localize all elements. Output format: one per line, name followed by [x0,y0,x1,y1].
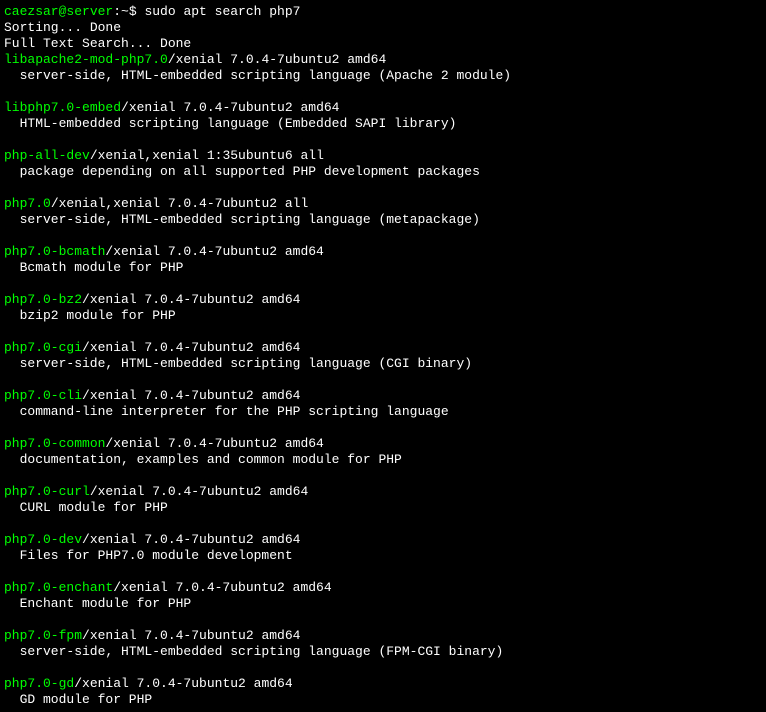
package-meta: /xenial 7.0.4-7ubuntu2 amd64 [82,388,300,403]
package-name: libphp7.0-embed [4,100,121,115]
package-entry: php7.0/xenial,xenial 7.0.4-7ubuntu2 alls… [4,196,762,228]
package-meta: /xenial 7.0.4-7ubuntu2 amd64 [82,532,300,547]
package-description: Enchant module for PHP [4,596,762,612]
package-description: server-side, HTML-embedded scripting lan… [4,644,762,660]
package-description: package depending on all supported PHP d… [4,164,762,180]
package-entry: php7.0-cli/xenial 7.0.4-7ubuntu2 amd64co… [4,388,762,420]
package-description: bzip2 module for PHP [4,308,762,324]
package-entry: php7.0-fpm/xenial 7.0.4-7ubuntu2 amd64se… [4,628,762,660]
package-description: GD module for PHP [4,692,762,708]
package-entry: php7.0-bcmath/xenial 7.0.4-7ubuntu2 amd6… [4,244,762,276]
package-meta: /xenial 7.0.4-7ubuntu2 amd64 [121,100,339,115]
package-header: php7.0-dev/xenial 7.0.4-7ubuntu2 amd64 [4,532,762,548]
package-name: php7.0-bcmath [4,244,105,259]
package-header: libphp7.0-embed/xenial 7.0.4-7ubuntu2 am… [4,100,762,116]
package-meta: /xenial 7.0.4-7ubuntu2 amd64 [113,580,331,595]
prompt-command: sudo apt search php7 [144,4,300,19]
package-header: php7.0-bcmath/xenial 7.0.4-7ubuntu2 amd6… [4,244,762,260]
package-header: php7.0/xenial,xenial 7.0.4-7ubuntu2 all [4,196,762,212]
package-header: php-all-dev/xenial,xenial 1:35ubuntu6 al… [4,148,762,164]
package-name: php7.0 [4,196,51,211]
package-entry: php7.0-common/xenial 7.0.4-7ubuntu2 amd6… [4,436,762,468]
blank-line [4,180,762,196]
package-description: documentation, examples and common modul… [4,452,762,468]
package-entry: php7.0-enchant/xenial 7.0.4-7ubuntu2 amd… [4,580,762,612]
blank-line [4,564,762,580]
package-entry: php7.0-bz2/xenial 7.0.4-7ubuntu2 amd64bz… [4,292,762,324]
status-line: Full Text Search... Done [4,36,762,52]
package-header: php7.0-gd/xenial 7.0.4-7ubuntu2 amd64 [4,676,762,692]
package-description: CURL module for PHP [4,500,762,516]
package-meta: /xenial 7.0.4-7ubuntu2 amd64 [105,244,323,259]
package-description: HTML-embedded scripting language (Embedd… [4,116,762,132]
package-header: php7.0-cgi/xenial 7.0.4-7ubuntu2 amd64 [4,340,762,356]
package-header: php7.0-curl/xenial 7.0.4-7ubuntu2 amd64 [4,484,762,500]
package-meta: /xenial 7.0.4-7ubuntu2 amd64 [90,484,308,499]
package-header: php7.0-cli/xenial 7.0.4-7ubuntu2 amd64 [4,388,762,404]
package-meta: /xenial 7.0.4-7ubuntu2 amd64 [82,340,300,355]
package-entry: php-all-dev/xenial,xenial 1:35ubuntu6 al… [4,148,762,180]
package-header: php7.0-common/xenial 7.0.4-7ubuntu2 amd6… [4,436,762,452]
package-name: php7.0-enchant [4,580,113,595]
package-name: php7.0-dev [4,532,82,547]
package-entry: php7.0-dev/xenial 7.0.4-7ubuntu2 amd64Fi… [4,532,762,564]
package-meta: /xenial 7.0.4-7ubuntu2 amd64 [82,628,300,643]
blank-line [4,468,762,484]
blank-line [4,420,762,436]
blank-line [4,324,762,340]
package-name: php7.0-cgi [4,340,82,355]
package-description: server-side, HTML-embedded scripting lan… [4,356,762,372]
package-meta: /xenial 7.0.4-7ubuntu2 amd64 [74,676,292,691]
package-description: server-side, HTML-embedded scripting lan… [4,68,762,84]
package-description: server-side, HTML-embedded scripting lan… [4,212,762,228]
package-header: php7.0-enchant/xenial 7.0.4-7ubuntu2 amd… [4,580,762,596]
blank-line [4,612,762,628]
package-description: command-line interpreter for the PHP scr… [4,404,762,420]
blank-line [4,132,762,148]
package-entry: php7.0-curl/xenial 7.0.4-7ubuntu2 amd64C… [4,484,762,516]
package-name: php7.0-fpm [4,628,82,643]
package-name: php7.0-curl [4,484,90,499]
package-header: libapache2-mod-php7.0/xenial 7.0.4-7ubun… [4,52,762,68]
blank-line [4,660,762,676]
prompt-line[interactable]: caezsar@server:~$ sudo apt search php7 [4,4,762,20]
blank-line [4,84,762,100]
package-entry: libphp7.0-embed/xenial 7.0.4-7ubuntu2 am… [4,100,762,132]
blank-line [4,276,762,292]
package-meta: /xenial 7.0.4-7ubuntu2 amd64 [105,436,323,451]
package-header: php7.0-fpm/xenial 7.0.4-7ubuntu2 amd64 [4,628,762,644]
blank-line [4,516,762,532]
package-description: Files for PHP7.0 module development [4,548,762,564]
package-description: Bcmath module for PHP [4,260,762,276]
package-name: php-all-dev [4,148,90,163]
package-name: php7.0-cli [4,388,82,403]
package-name: php7.0-bz2 [4,292,82,307]
package-entry: php7.0-gd/xenial 7.0.4-7ubuntu2 amd64GD … [4,676,762,708]
prompt-user-host: caezsar@server [4,4,113,19]
package-meta: /xenial 7.0.4-7ubuntu2 amd64 [82,292,300,307]
package-name: libapache2-mod-php7.0 [4,52,168,67]
blank-line [4,228,762,244]
status-line: Sorting... Done [4,20,762,36]
package-meta: /xenial,xenial 7.0.4-7ubuntu2 all [51,196,308,211]
package-entry: php7.0-cgi/xenial 7.0.4-7ubuntu2 amd64se… [4,340,762,372]
package-entry: libapache2-mod-php7.0/xenial 7.0.4-7ubun… [4,52,762,84]
package-meta: /xenial,xenial 1:35ubuntu6 all [90,148,324,163]
package-meta: /xenial 7.0.4-7ubuntu2 amd64 [168,52,386,67]
package-name: php7.0-common [4,436,105,451]
blank-line [4,372,762,388]
package-name: php7.0-gd [4,676,74,691]
package-header: php7.0-bz2/xenial 7.0.4-7ubuntu2 amd64 [4,292,762,308]
prompt-path: :~$ [113,4,136,19]
